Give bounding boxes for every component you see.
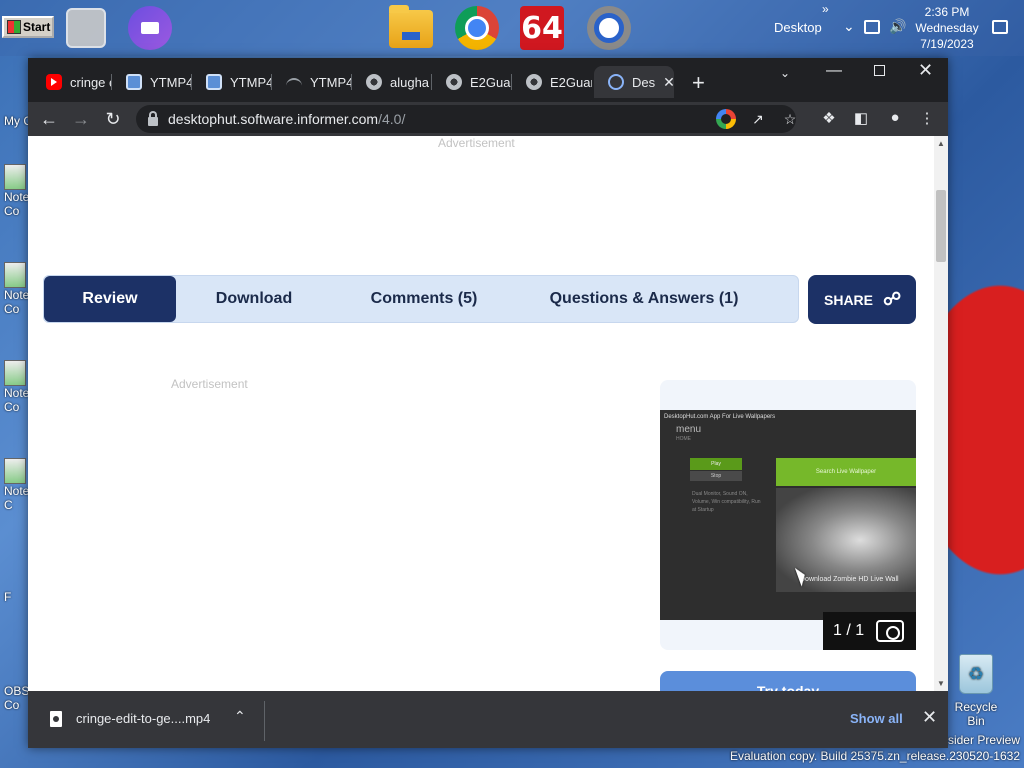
advertisement-label: Advertisement [438,136,515,150]
network-icon[interactable] [864,20,880,34]
globe-icon [526,74,542,90]
share-nodes-icon: ☍ [883,289,902,309]
windows-flag-icon [7,20,21,34]
browser-tab[interactable]: alugha [352,66,432,98]
start-button[interactable]: Start [2,16,54,38]
tab-search-icon[interactable]: ⌄ [780,66,790,80]
chrome-icon[interactable] [455,6,499,50]
ytmp4-icon [206,74,222,90]
system-clock[interactable]: 2:36 PM Wednesday 7/19/2023 [912,4,982,52]
url-host: desktophut.software.informer.com [168,111,379,127]
ytmp4-icon [126,74,142,90]
desktop-toolbar-label[interactable]: Desktop [774,20,822,35]
new-tab-icon[interactable]: + [692,70,705,96]
youtube-icon [46,74,62,90]
share-button[interactable]: SHARE ☍ [808,275,916,324]
address-bar[interactable]: desktophut.software.informer.com/4.0/ ↗ … [136,105,796,133]
advertisement-label: Advertisement [171,377,248,391]
video-meeting-icon[interactable] [128,6,172,50]
close-tab-icon[interactable]: ✕ [663,74,674,91]
divider [264,701,265,741]
share-label: SHARE [824,291,874,308]
toolbar-overflow-icon[interactable]: » [822,2,829,16]
volume-icon[interactable]: 🔊 [889,18,906,35]
task-view-icon[interactable] [66,8,106,48]
url-path: /4.0/ [378,111,406,127]
tab-download[interactable]: Download [194,276,314,322]
scroll-down-icon[interactable]: ▼ [937,679,945,688]
browser-tab[interactable]: E2Guar [512,66,592,98]
file-explorer-icon[interactable] [389,5,433,48]
browser-tab[interactable]: YTMP4 [112,66,192,98]
globe-icon [446,74,462,90]
hat-icon [286,78,302,86]
taskbar: Start 64 » Desktop ⌄ 🔊 2:36 PM Wednesday… [0,0,1024,56]
clock-date: 7/19/2023 [920,37,974,51]
lock-icon[interactable] [148,110,158,126]
chrome-window: cringe e YTMP4 YTMP4 YTMP4: alugha E2Gua… [28,58,948,748]
browser-toolbar: ← → ↻ desktophut.software.informer.com/4… [28,102,948,136]
web-page: Advertisement Review Download Comments (… [28,136,934,691]
clock-day: Wednesday [915,21,979,35]
browser-tab[interactable]: YTMP4 [192,66,272,98]
reload-icon[interactable]: ↻ [100,106,126,132]
scroll-up-icon[interactable]: ▲ [937,139,945,148]
recycle-bin-label: Recycle Bin [954,700,998,728]
google-lens-icon[interactable] [716,109,736,129]
scroll-thumb[interactable] [936,190,946,262]
tab-review[interactable]: Review [44,276,176,322]
screenshot-card: DesktopHut.com App For Live Wallpapers m… [660,380,916,650]
profile-icon[interactable]: ● [884,109,906,126]
side-panel-icon[interactable]: ◧ [850,109,872,127]
extensions-puzzle-icon[interactable]: ❖ [818,109,840,127]
camera-icon [876,620,905,642]
browser-tab[interactable]: cringe e [32,66,112,98]
download-file-name[interactable]: cringe-edit-to-ge....mp4 [76,711,210,726]
download-bar: cringe-edit-to-ge....mp4 ⌃ Show all ✕ [28,691,948,748]
recycle-bin[interactable]: ♻ Recycle Bin [946,654,1006,728]
browser-tab-active[interactable]: Des ✕ [594,66,674,98]
tab-questions-answers[interactable]: Questions & Answers (1) [544,276,744,322]
browser-tab[interactable]: E2Guar [432,66,512,98]
globe-icon [366,74,382,90]
clock-time: 2:36 PM [924,5,970,19]
back-arrow-icon[interactable]: ← [36,106,62,132]
tab-strip: cringe e YTMP4 YTMP4 YTMP4: alugha E2Gua… [28,58,948,102]
forward-arrow-icon[interactable]: → [68,106,94,132]
minimize-icon[interactable]: — [826,62,842,80]
chevron-down-icon[interactable]: ⌄ [843,18,855,35]
show-all-link[interactable]: Show all [850,711,903,726]
desktophut-icon [608,74,624,90]
screenshot-counter[interactable]: 1 / 1 [823,612,916,650]
tab-comments[interactable]: Comments (5) [364,276,484,322]
close-download-bar-icon[interactable]: ✕ [922,707,937,728]
kebab-menu-icon[interactable]: ⋮ [916,109,938,127]
start-label: Start [23,20,51,34]
chevron-up-icon[interactable]: ⌃ [234,708,246,725]
share-icon[interactable]: ↗ [748,109,768,129]
content-tabs: Review Download Comments (5) Questions &… [43,275,799,323]
page-scrollbar[interactable]: ▲ ▼ [934,136,948,691]
aida64-icon[interactable]: 64 [520,6,564,50]
app-screenshot[interactable]: DesktopHut.com App For Live Wallpapers m… [660,410,916,620]
notification-icon[interactable] [992,20,1008,34]
bookmark-star-icon[interactable]: ☆ [780,109,800,129]
recycle-bin-icon: ♻ [959,654,993,694]
close-window-icon[interactable]: ✕ [918,60,933,81]
maximize-icon[interactable] [874,65,885,76]
try-button[interactable]: Try today [660,671,916,691]
settings-gear-icon[interactable] [587,6,631,50]
file-icon [50,711,62,727]
browser-tab[interactable]: YTMP4: [272,66,352,98]
